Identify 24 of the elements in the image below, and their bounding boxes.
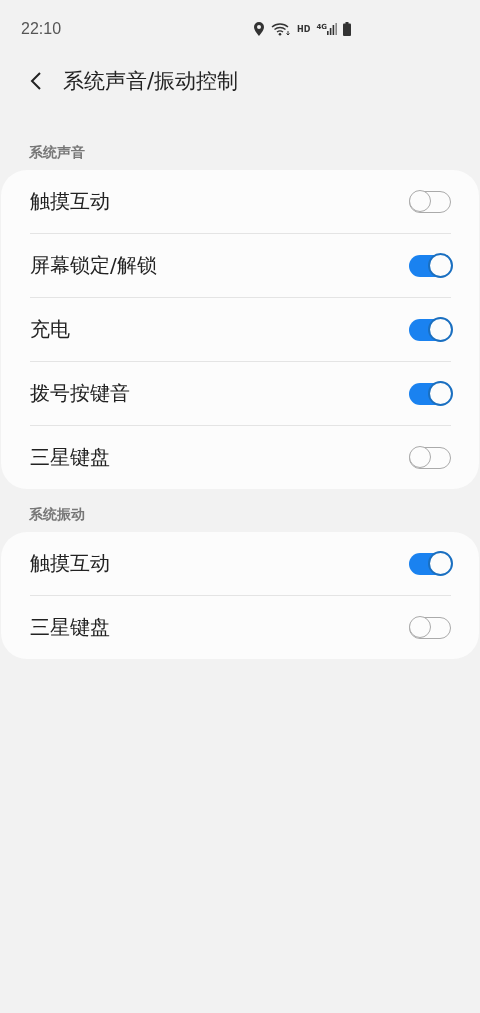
setting-label: 触摸互动 xyxy=(30,550,110,577)
toggle-switch[interactable] xyxy=(409,616,451,639)
status-time: 22:10 xyxy=(21,20,62,38)
toggle-switch[interactable] xyxy=(409,254,451,277)
toggle-switch[interactable] xyxy=(409,446,451,469)
signal-icon xyxy=(327,23,337,35)
setting-label: 充电 xyxy=(30,316,70,343)
section-title: 系统声音 xyxy=(28,143,86,162)
toggle-switch[interactable] xyxy=(409,382,451,405)
battery-icon xyxy=(343,22,351,36)
setting-label: 三星键盘 xyxy=(30,444,110,471)
back-icon xyxy=(30,71,42,91)
setting-label: 拨号按键音 xyxy=(30,380,130,407)
location-icon xyxy=(253,22,266,36)
setting-label: 屏幕锁定/解锁 xyxy=(30,252,157,279)
setting-label: 触摸互动 xyxy=(30,188,110,215)
page-title: 系统声音/振动控制 xyxy=(63,68,239,95)
hd-label: HD xyxy=(297,24,311,34)
section-title: 系统振动 xyxy=(28,505,86,524)
toggle-switch[interactable] xyxy=(409,318,451,341)
toggle-switch[interactable] xyxy=(409,190,451,213)
setting-label: 三星键盘 xyxy=(30,614,110,641)
toggle-switch[interactable] xyxy=(409,552,451,575)
wifi-icon xyxy=(271,22,292,36)
